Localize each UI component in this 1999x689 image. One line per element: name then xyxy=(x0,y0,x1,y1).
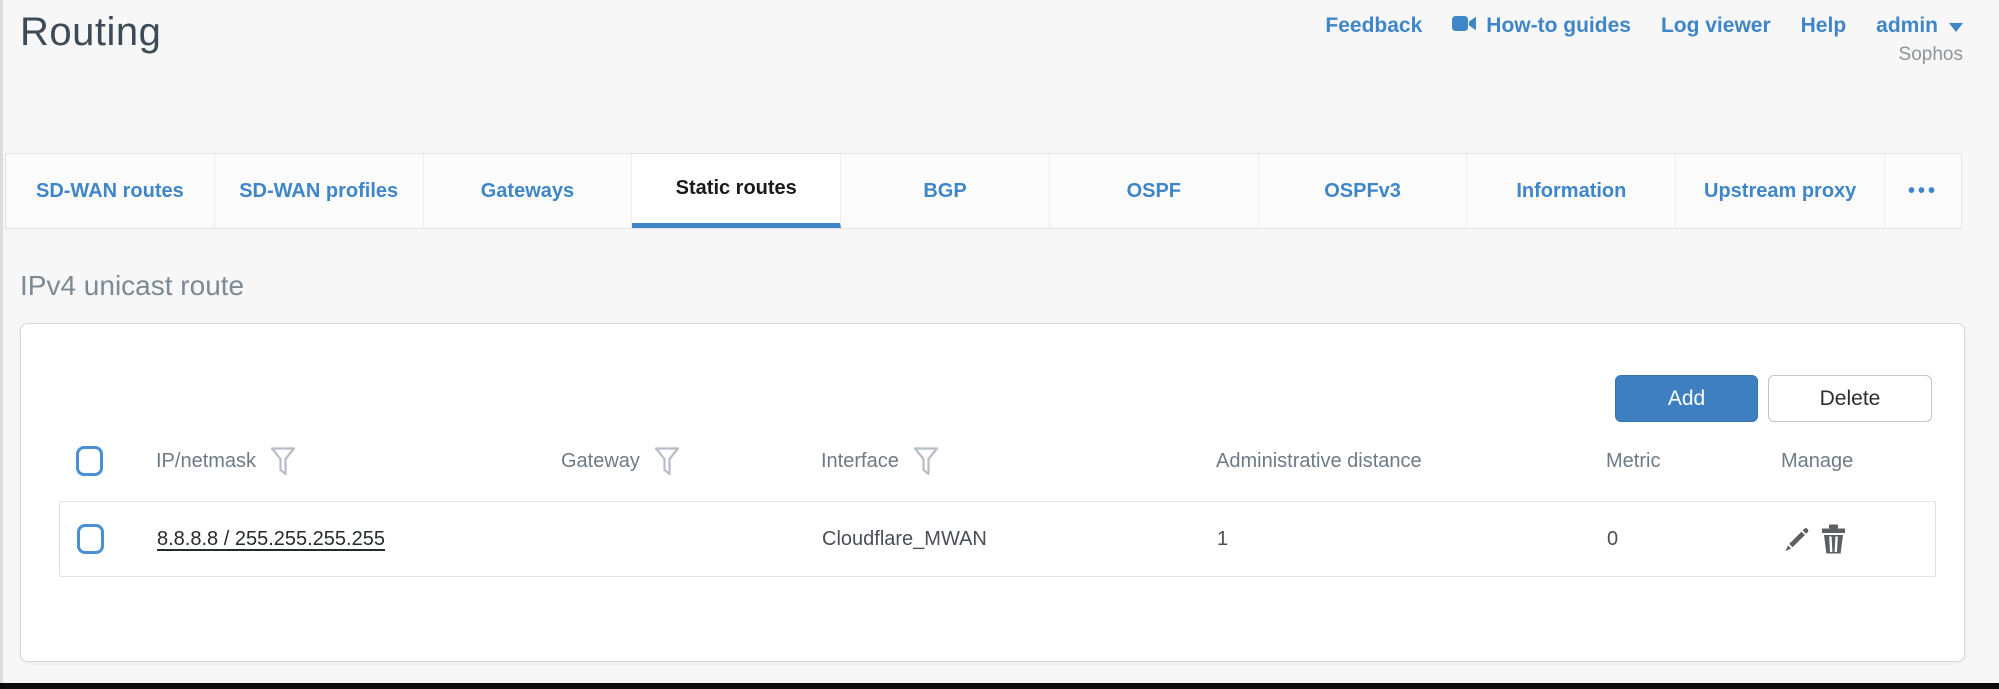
ipv4-unicast-route-card: Add Delete IP/netmask Gateway Interface … xyxy=(20,323,1965,662)
page-header: Routing Feedback How-to guides Log viewe… xyxy=(20,8,1963,66)
filter-icon[interactable] xyxy=(654,447,680,476)
row-select-checkbox[interactable] xyxy=(77,524,104,554)
tab-information[interactable]: Information xyxy=(1467,154,1676,228)
select-all-checkbox[interactable] xyxy=(76,446,103,476)
tab-sd-wan-profiles[interactable]: SD-WAN profiles xyxy=(215,154,424,228)
route-administrative-distance-value: 1 xyxy=(1217,528,1228,551)
delete-button[interactable]: Delete xyxy=(1768,375,1932,422)
video-camera-icon xyxy=(1452,14,1477,38)
help-link[interactable]: Help xyxy=(1801,14,1847,38)
route-ip-netmask-link[interactable]: 8.8.8.8 / 255.255.255.255 xyxy=(157,528,385,551)
tab-static-routes[interactable]: Static routes xyxy=(632,154,841,228)
log-viewer-link[interactable]: Log viewer xyxy=(1661,14,1771,38)
delete-trash-icon[interactable] xyxy=(1820,524,1847,554)
section-title: IPv4 unicast route xyxy=(20,270,244,302)
tab-ospfv3[interactable]: OSPFv3 xyxy=(1259,154,1468,228)
tab-bgp[interactable]: BGP xyxy=(841,154,1050,228)
column-header-interface: Interface xyxy=(821,450,899,473)
add-button[interactable]: Add xyxy=(1615,375,1758,422)
tab-upstream-proxy[interactable]: Upstream proxy xyxy=(1676,154,1885,228)
ellipsis-icon: ••• xyxy=(1908,180,1938,203)
header-links: Feedback How-to guides Log viewer Help a… xyxy=(1325,14,1963,38)
admin-user-menu[interactable]: admin xyxy=(1876,14,1963,38)
edit-pencil-icon[interactable] xyxy=(1782,525,1811,554)
routing-tabbar: SD-WAN routes SD-WAN profiles Gateways S… xyxy=(5,153,1962,229)
filter-icon[interactable] xyxy=(270,447,296,476)
column-header-ip-netmask: IP/netmask xyxy=(156,450,256,473)
tab-gateways[interactable]: Gateways xyxy=(424,154,633,228)
filter-icon[interactable] xyxy=(913,447,939,476)
card-toolbar: Add Delete xyxy=(1615,375,1932,422)
feedback-link[interactable]: Feedback xyxy=(1325,14,1422,38)
window-bottom-edge xyxy=(0,683,1999,689)
header-right: Feedback How-to guides Log viewer Help a… xyxy=(1325,8,1963,66)
tab-sd-wan-routes[interactable]: SD-WAN routes xyxy=(6,154,215,228)
column-header-metric: Metric xyxy=(1606,450,1660,473)
table-row: 8.8.8.8 / 255.255.255.255 Cloudflare_MWA… xyxy=(59,501,1936,577)
chevron-down-icon xyxy=(1949,23,1963,32)
column-header-administrative-distance: Administrative distance xyxy=(1216,450,1422,473)
route-interface-value: Cloudflare_MWAN xyxy=(822,528,987,551)
column-header-gateway: Gateway xyxy=(561,450,640,473)
tab-ospf[interactable]: OSPF xyxy=(1050,154,1259,228)
route-metric-value: 0 xyxy=(1607,528,1618,551)
how-to-guides-link[interactable]: How-to guides xyxy=(1452,14,1631,38)
window-left-edge xyxy=(0,0,3,689)
brand-label: Sophos xyxy=(1899,44,1963,66)
column-header-manage: Manage xyxy=(1781,450,1853,473)
page-title: Routing xyxy=(20,8,161,56)
more-tabs-button[interactable]: ••• xyxy=(1885,154,1961,228)
table-header-row: IP/netmask Gateway Interface Administrat… xyxy=(59,438,1936,484)
